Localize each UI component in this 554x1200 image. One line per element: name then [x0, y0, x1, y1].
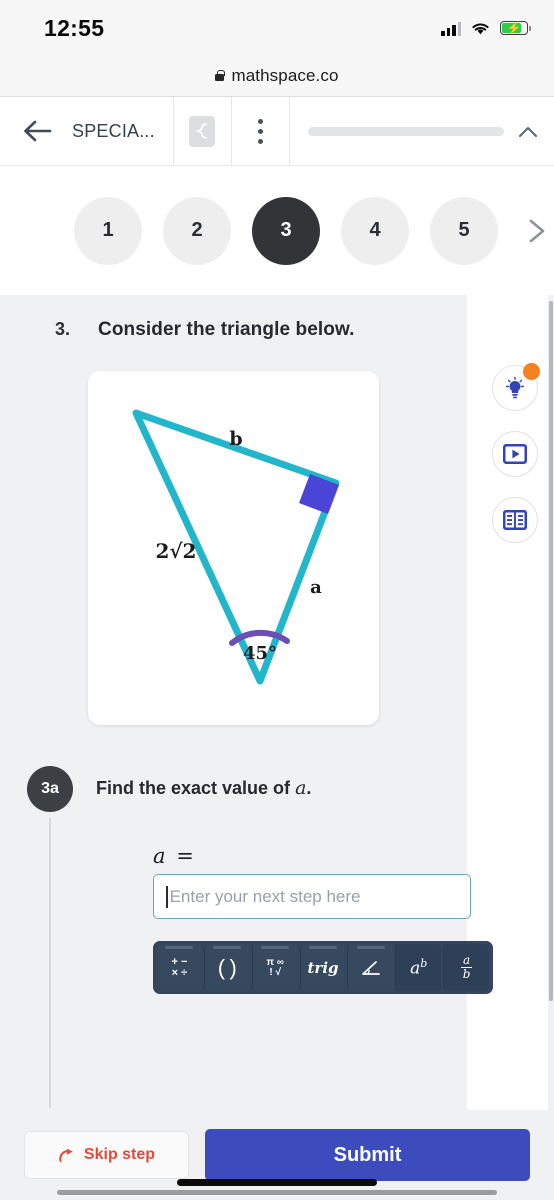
operators-key-glyph: + − × ÷	[171, 955, 188, 979]
operators-key[interactable]: + − × ÷	[157, 944, 202, 991]
progress-placeholder-bar	[307, 126, 504, 136]
status-icons: ⚡	[441, 21, 531, 36]
lightbulb-icon	[505, 376, 525, 399]
step-pill-2[interactable]: 2	[163, 196, 231, 265]
substep-variable: a	[295, 777, 307, 799]
substep-prompt: Find the exact value of a.	[96, 777, 311, 799]
workbook-button[interactable]	[174, 97, 232, 165]
answer-area: a = Enter your next step here	[153, 844, 473, 919]
label-angle-45: 45°	[243, 643, 277, 664]
app-header: SPECIA...	[0, 97, 554, 166]
substep-prompt-period: .	[306, 778, 312, 798]
skip-step-label: Skip step	[83, 1146, 156, 1163]
browser-url-bar[interactable]: mathspace.co	[0, 56, 554, 97]
horizontal-scrollbar[interactable]	[57, 1190, 497, 1195]
status-bar: 12:55 ⚡	[0, 0, 554, 56]
side-action-buttons	[492, 363, 540, 543]
battery-charging-icon: ⚡	[500, 21, 531, 35]
vertical-dots-icon	[257, 118, 263, 144]
page-title: SPECIA...	[72, 120, 155, 141]
reference-button[interactable]	[492, 497, 538, 543]
step-pill-3[interactable]: 3	[252, 196, 320, 265]
question-number: 3.	[54, 319, 70, 339]
step-pill-1[interactable]: 1	[74, 196, 142, 265]
step-pill-4[interactable]: 4	[341, 196, 409, 265]
answer-input[interactable]: Enter your next step here	[153, 874, 471, 919]
symbols-key-glyph: π ∞! √	[266, 956, 284, 978]
phone-screen: 12:55 ⚡ mathspace.co SPECIA... 1 2 3 4 5…	[0, 0, 554, 1200]
submit-button[interactable]: Submit	[205, 1129, 530, 1181]
label-side-hypotenuse: 2√2	[156, 539, 197, 563]
text-caret	[166, 885, 168, 908]
parentheses-key-glyph: ( )	[217, 954, 237, 980]
video-button[interactable]	[492, 431, 538, 477]
hint-button[interactable]	[492, 363, 540, 411]
play-video-icon	[503, 444, 527, 464]
step-navigation: 1 2 3 4 5	[0, 166, 554, 295]
chevron-up-icon[interactable]	[518, 125, 538, 138]
symbols-key[interactable]: π ∞! √	[251, 944, 298, 991]
answer-input-placeholder: Enter your next step here	[169, 886, 361, 906]
trig-key-glyph: trig	[307, 958, 339, 977]
exponent-key[interactable]: ab	[395, 944, 442, 991]
math-keypad: + − × ÷ ( ) π ∞! √ trig ab a b	[153, 941, 493, 994]
question-body: 3. Consider the triangle below. b 2√2 a …	[0, 295, 554, 1110]
home-indicator	[177, 1179, 377, 1186]
skip-step-icon	[59, 1148, 73, 1162]
substep-connector-line	[49, 818, 51, 1108]
exponent-key-glyph: ab	[410, 956, 428, 979]
substep-badge: 3a	[27, 766, 73, 812]
angle-icon	[362, 960, 380, 975]
back-arrow-icon[interactable]	[22, 120, 52, 142]
book-icon	[503, 510, 527, 530]
fraction-key[interactable]: ab	[443, 944, 490, 991]
action-footer: Skip step Submit	[0, 1110, 554, 1200]
parentheses-key[interactable]: ( )	[203, 944, 250, 991]
url-text: mathspace.co	[231, 66, 339, 85]
header-back-group[interactable]: SPECIA...	[0, 97, 174, 165]
label-side-a: a	[310, 577, 322, 598]
signal-bars-icon	[441, 21, 461, 36]
trig-key[interactable]: trig	[299, 944, 346, 991]
lock-icon	[215, 69, 225, 81]
header-progress-area	[290, 97, 554, 165]
status-time: 12:55	[44, 14, 105, 41]
triangle-figure: b 2√2 a 45°	[132, 409, 340, 685]
label-side-b: b	[229, 428, 242, 450]
vertical-scrollbar[interactable]	[548, 295, 554, 1110]
wifi-icon	[472, 23, 489, 34]
question-heading: 3. Consider the triangle below.	[0, 319, 470, 341]
question-prompt: Consider the triangle below.	[98, 319, 355, 340]
equation-label: a =	[153, 844, 196, 868]
substep-prompt-text: Find the exact value of	[96, 778, 291, 798]
skip-step-button[interactable]: Skip step	[24, 1131, 189, 1179]
triangle-diagram-card: b 2√2 a 45°	[88, 371, 379, 725]
scrollbar-thumb[interactable]	[549, 301, 553, 1001]
overflow-menu-button[interactable]	[232, 97, 290, 165]
hint-badge	[523, 363, 540, 380]
scribble-icon	[189, 115, 216, 147]
step-pill-5[interactable]: 5	[430, 196, 498, 265]
chevron-right-icon[interactable]	[526, 218, 548, 244]
angle-key[interactable]	[347, 944, 394, 991]
fraction-key-glyph: ab	[461, 953, 473, 981]
